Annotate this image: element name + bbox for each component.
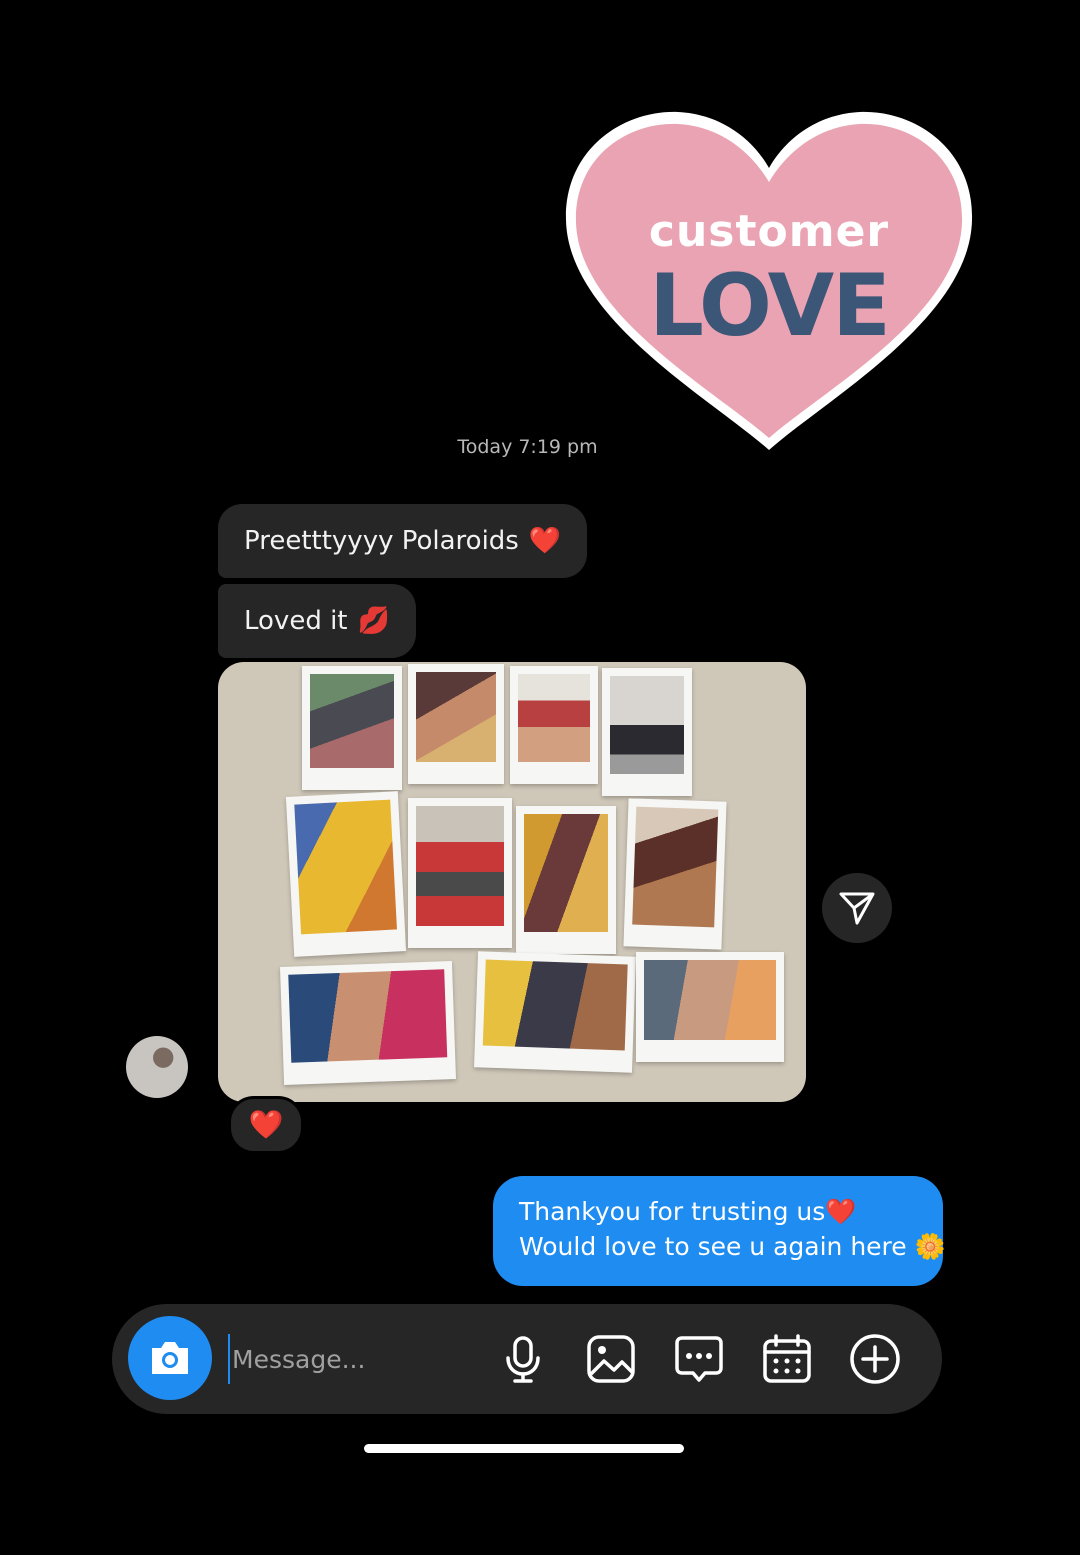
camera-button[interactable] [128,1316,212,1400]
sticker-line-love: LOVE [649,256,891,356]
polaroid-photo [285,791,407,957]
gallery-icon [587,1335,635,1383]
message-text: Preetttyyyy Polaroids [244,526,519,556]
polaroid-photo [516,806,616,954]
home-indicator [364,1444,684,1453]
microphone-button[interactable] [496,1332,550,1386]
message-text-line-2: Would love to see u again here 🌼 [519,1232,946,1261]
heart-reaction[interactable]: ❤️ [228,1096,304,1154]
share-button[interactable] [822,873,892,943]
camera-icon [152,1342,188,1374]
polaroid-photo [474,951,636,1073]
photo-message[interactable] [218,662,806,1102]
add-more-button[interactable] [848,1332,902,1386]
calendar-icon [763,1334,811,1383]
microphone-icon [506,1336,540,1383]
message-text: Loved it [244,606,348,636]
message-composer [112,1304,942,1414]
plus-circle-icon [850,1334,900,1384]
polaroid-photo [302,666,402,790]
chat-sticker-button[interactable] [672,1332,726,1386]
incoming-message-bubble[interactable]: Preetttyyyy Polaroids ❤️ [218,504,588,578]
kiss-lips-emoji: 💋 [357,606,390,636]
customer-love-sticker: customer LOVE [560,108,978,458]
message-timestamp: Today 7:19 pm [457,436,598,458]
message-text-line-1: Thankyou for trusting us❤️ [519,1197,857,1226]
message-input[interactable] [228,1334,492,1384]
send-paper-plane-icon [839,892,875,925]
sender-avatar[interactable] [126,1036,188,1098]
gallery-button[interactable] [584,1332,638,1386]
chat-bubble-icon [675,1336,723,1382]
polaroid-photo [602,668,692,796]
outgoing-message-bubble[interactable]: Thankyou for trusting us❤️ Would love to… [493,1176,946,1286]
polaroid-photo [279,961,457,1085]
red-heart-emoji: ❤️ [528,526,562,556]
polaroid-photo [510,666,598,784]
calendar-button[interactable] [760,1332,814,1386]
incoming-message-bubble[interactable]: Loved it 💋 [218,584,416,658]
polaroid-photo [408,664,504,784]
polaroid-photo [636,952,784,1062]
polaroid-photo [623,798,727,950]
polaroid-photo [408,798,512,948]
sticker-line-customer: customer [648,206,890,257]
